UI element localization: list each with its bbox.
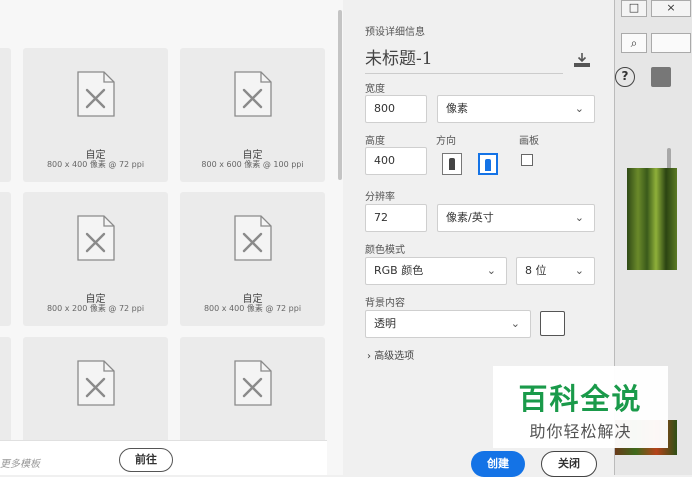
chevron-right-icon: › <box>367 351 371 362</box>
gallery-scroll-thumb[interactable] <box>338 10 342 180</box>
width-input[interactable]: 800 <box>365 95 427 123</box>
resolution-unit-value: 像素/英寸 <box>446 211 494 224</box>
document-title-input[interactable]: 未标题-1 <box>365 45 563 74</box>
resolution-unit-select[interactable]: 像素/英寸 ⌄ <box>437 204 595 232</box>
chevron-down-icon: ⌄ <box>574 102 584 115</box>
watermark-title: 百科全说 <box>518 382 643 416</box>
preset-tile[interactable]: 自定 800 x 200 像素 @ 72 ppi <box>23 192 168 326</box>
section-title: 预设详细信息 <box>365 27 425 38</box>
preset-tile-partial[interactable] <box>0 192 11 326</box>
preset-size: 800 x 400 像素 @ 72 ppi <box>203 304 302 313</box>
artboard-checkbox[interactable] <box>521 154 533 166</box>
preset-gallery: 自定 800 x 400 像素 @ 72 ppi 自定 800 x 600 像素… <box>0 0 343 475</box>
watermark-subtitle: 助你轻松解决 <box>529 422 632 441</box>
search-icon[interactable]: ⌕ <box>621 33 647 53</box>
advanced-options-toggle[interactable]: › 高级选项 <box>367 347 414 362</box>
forest-image <box>627 168 677 270</box>
width-unit-value: 像素 <box>446 102 468 115</box>
create-button[interactable]: 创建 <box>471 451 525 477</box>
orientation-portrait-button[interactable] <box>442 153 462 175</box>
height-label: 高度 <box>365 136 385 147</box>
color-mode-label: 颜色模式 <box>365 245 405 256</box>
preset-size: 800 x 400 像素 @ 72 ppi <box>46 160 145 169</box>
preset-tile[interactable]: 自定 800 x 400 像素 @ 72 ppi <box>180 192 325 326</box>
save-preset-icon[interactable] <box>573 52 591 68</box>
chevron-down-icon: ⌄ <box>486 264 496 277</box>
bit-depth-value: 8 位 <box>525 264 547 277</box>
gallery-scrollbar[interactable] <box>337 8 343 428</box>
width-unit-select[interactable]: 像素 ⌄ <box>437 95 595 123</box>
close-button[interactable]: 关闭 <box>541 451 597 477</box>
chevron-down-icon: ⌄ <box>510 317 520 330</box>
background-select[interactable]: 透明 ⌄ <box>365 310 531 338</box>
orientation-label: 方向 <box>436 136 456 147</box>
preset-size: 800 x 600 像素 @ 100 ppi <box>201 160 304 169</box>
color-mode-value: RGB 颜色 <box>374 264 424 277</box>
document-icon <box>76 215 115 261</box>
person-icon <box>485 159 491 171</box>
goto-button[interactable]: 前往 <box>119 448 173 472</box>
document-icon <box>233 71 272 117</box>
artboard-label: 画板 <box>519 136 539 147</box>
height-input[interactable]: 400 <box>365 147 427 175</box>
resolution-label: 分辨率 <box>365 192 395 203</box>
color-mode-select[interactable]: RGB 颜色 ⌄ <box>365 257 507 285</box>
help-icon[interactable]: ? <box>615 67 635 87</box>
background-label: 背景内容 <box>365 298 405 309</box>
watermark: 百科全说 助你轻松解决 <box>493 366 668 448</box>
document-icon <box>233 215 272 261</box>
user-icon[interactable] <box>651 67 671 87</box>
document-icon <box>76 360 115 406</box>
chevron-down-icon: ⌄ <box>574 211 584 224</box>
preset-size: 800 x 200 像素 @ 72 ppi <box>46 304 145 313</box>
width-label: 宽度 <box>365 84 385 95</box>
view-menu-icon[interactable] <box>651 33 691 53</box>
window-close-button[interactable]: × <box>651 0 691 17</box>
preset-tile[interactable]: 自定 800 x 600 像素 @ 100 ppi <box>180 48 325 182</box>
resolution-input[interactable]: 72 <box>365 204 427 232</box>
more-templates-link[interactable]: 更多模板 <box>0 455 40 470</box>
chevron-down-icon: ⌄ <box>574 264 584 277</box>
person-icon <box>449 158 455 170</box>
maximize-button[interactable]: □ <box>621 0 647 17</box>
document-icon <box>233 360 272 406</box>
background-color-swatch[interactable] <box>540 311 565 336</box>
bit-depth-select[interactable]: 8 位 ⌄ <box>516 257 595 285</box>
orientation-landscape-button[interactable] <box>478 153 498 175</box>
preset-tile-partial[interactable] <box>0 48 11 182</box>
background-value: 透明 <box>374 317 396 330</box>
preset-tile[interactable]: 自定 800 x 400 像素 @ 72 ppi <box>23 48 168 182</box>
document-icon <box>76 71 115 117</box>
advanced-options-label: 高级选项 <box>374 351 415 362</box>
